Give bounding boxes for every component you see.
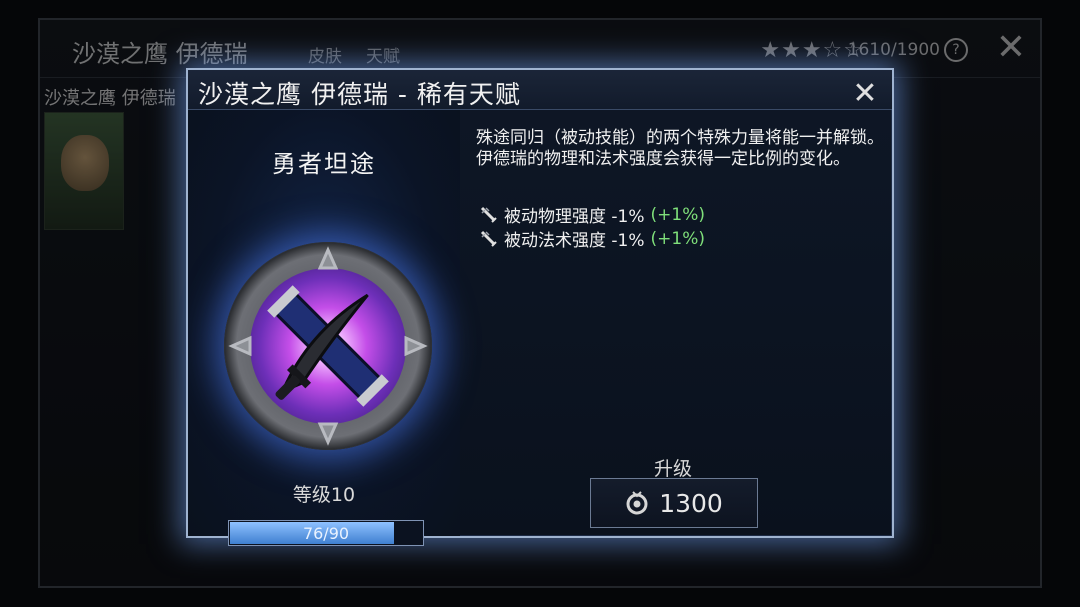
talent-coin-icon (626, 491, 648, 515)
stat-bonus: (+1%) (650, 204, 705, 225)
talent-level: 等级10 (292, 484, 356, 506)
tab-skins[interactable]: 皮肤 (308, 42, 342, 67)
sword-buff-icon (480, 206, 497, 223)
tab-talents[interactable]: 天赋 (366, 42, 400, 67)
stat-bonus: (+1%) (650, 228, 705, 249)
stat-label: 被动物理强度 -1% (504, 207, 645, 227)
talent-name: 勇者坦途 (272, 150, 376, 178)
stat-row-magic: 被动法术强度 -1% (+1%) (480, 226, 705, 251)
xp-text: 76/90 (302, 524, 350, 543)
background-hero-name: 沙漠之鹰 伊德瑞 (44, 88, 176, 109)
progress-count: 1610/1900 (847, 40, 940, 60)
talent-description: 殊途同归（被动技能）的两个特殊力量将能一并解锁。 伊德瑞的物理和法术强度会获得一… (476, 128, 884, 169)
modal-titlebar: 沙漠之鹰 伊德瑞 - 稀有天赋 ✕ (188, 70, 892, 110)
crossed-swords-emblem-icon (224, 242, 432, 450)
stat-label: 被动法术强度 -1% (504, 231, 645, 251)
stat-row-physical: 被动物理强度 -1% (+1%) (480, 202, 705, 227)
upgrade-cost: 1300 (659, 488, 723, 518)
talent-left-pane: 勇者坦途 等级10 76/90 (188, 110, 460, 546)
background-close-icon[interactable]: ✕ (996, 28, 1026, 68)
help-icon[interactable]: ? (944, 38, 968, 62)
emblem-swords-icon (228, 246, 428, 446)
hero-portrait[interactable] (44, 112, 124, 230)
close-icon[interactable]: ✕ (850, 79, 880, 110)
background-title: 沙漠之鹰 伊德瑞 (72, 40, 248, 68)
upgrade-button[interactable]: 1300 (590, 478, 758, 528)
modal-title: 沙漠之鹰 伊德瑞 - 稀有天赋 (198, 80, 521, 109)
xp-bar: 76/90 (228, 520, 424, 546)
upgrade-label: 升级 (654, 458, 693, 480)
talent-modal: 沙漠之鹰 伊德瑞 - 稀有天赋 ✕ 勇者坦途 等级10 76/90 殊途同归（被… (186, 68, 894, 546)
sword-buff-icon (480, 230, 497, 247)
